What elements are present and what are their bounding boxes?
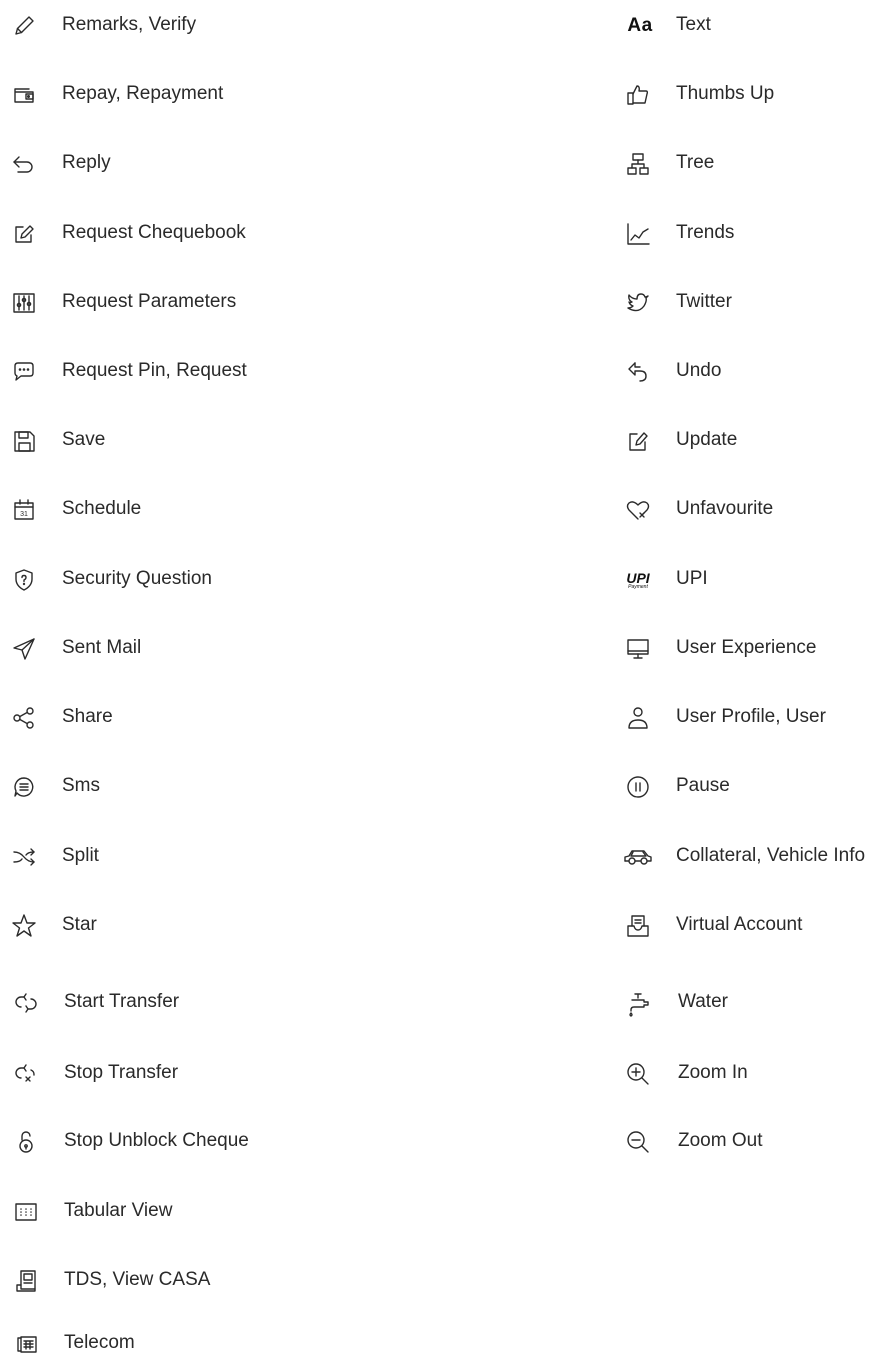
share-icon: [10, 704, 38, 732]
update-edit-icon: [624, 427, 652, 455]
document-stack-icon: [12, 1267, 40, 1295]
sliders-icon: [10, 289, 38, 317]
zoom-out-icon: [624, 1128, 652, 1156]
grid-table-icon: [12, 1198, 40, 1226]
item-label: Pause: [676, 775, 730, 796]
item-label: Tree: [676, 152, 715, 173]
unlock-icon: [12, 1128, 40, 1156]
upi-logo-icon: UPI Payment: [626, 569, 650, 590]
item-label: Remarks, Verify: [62, 14, 197, 35]
item-label: Request Chequebook: [62, 222, 246, 243]
item-label: Update: [676, 429, 738, 450]
item-label: Twitter: [676, 291, 732, 312]
calendar-icon: 31: [10, 496, 38, 524]
item-label: Split: [62, 845, 99, 866]
paper-plane-icon: [10, 635, 38, 663]
svg-text:31: 31: [20, 511, 28, 518]
star-icon: [10, 912, 38, 940]
reply-arrow-icon: [10, 150, 38, 178]
item-label: Request Pin, Request: [62, 360, 247, 381]
trend-chart-icon: [624, 220, 652, 248]
tree-hierarchy-icon: [624, 150, 652, 178]
water-tap-icon: [624, 989, 652, 1017]
item-label: Sms: [62, 775, 100, 796]
transfer-icon: [12, 989, 40, 1017]
item-label: Star: [62, 914, 97, 935]
item-label: Request Parameters: [62, 291, 237, 312]
item-label: Reply: [62, 152, 111, 173]
item-label: Unfavourite: [676, 498, 774, 519]
item-label: Sent Mail: [62, 637, 142, 658]
item-label: Schedule: [62, 498, 142, 519]
item-label: Tabular View: [64, 1200, 173, 1221]
zoom-in-icon: [624, 1060, 652, 1088]
item-label: Undo: [676, 360, 722, 381]
item-label: Thumbs Up: [676, 83, 775, 104]
monitor-icon: [624, 635, 652, 663]
item-label: Stop Transfer: [64, 1062, 179, 1083]
item-label: Start Transfer: [64, 991, 180, 1012]
chat-bubble-icon: [10, 358, 38, 386]
message-circle-icon: [10, 773, 38, 801]
item-label: User Profile, User: [676, 706, 826, 727]
user-icon: [624, 704, 652, 732]
item-label: Save: [62, 429, 106, 450]
item-label: UPI: [676, 568, 708, 589]
thumbs-up-icon: [624, 81, 652, 109]
heart-x-icon: [624, 496, 652, 524]
stop-transfer-icon: [12, 1060, 40, 1088]
text-aa-icon: Aa: [627, 15, 653, 36]
wallet-icon: [10, 81, 38, 109]
item-label: Share: [62, 706, 113, 727]
item-label: Collateral, Vehicle Info: [676, 845, 866, 866]
pause-circle-icon: [624, 773, 652, 801]
telephone-icon: [12, 1330, 40, 1358]
item-label: User Experience: [676, 637, 817, 658]
item-label: Trends: [676, 222, 735, 243]
car-icon: [622, 843, 654, 871]
item-label: TDS, View CASA: [64, 1269, 211, 1290]
item-label: Repay, Repayment: [62, 83, 224, 104]
shield-question-icon: [10, 566, 38, 594]
edit-box-icon: [10, 220, 38, 248]
item-label: Virtual Account: [676, 914, 803, 935]
item-label: Zoom Out: [678, 1130, 763, 1151]
floppy-disk-icon: [10, 427, 38, 455]
item-label: Telecom: [64, 1332, 135, 1353]
item-label: Stop Unblock Cheque: [64, 1130, 249, 1151]
item-label: Water: [678, 991, 728, 1012]
item-label: Security Question: [62, 568, 212, 589]
twitter-bird-icon: [624, 289, 652, 317]
undo-icon: [624, 358, 652, 386]
item-label: Zoom In: [678, 1062, 748, 1083]
inbox-doc-icon: [624, 912, 652, 940]
pencil-icon: [10, 12, 38, 40]
shuffle-icon: [10, 843, 38, 871]
item-label: Text: [676, 14, 711, 35]
